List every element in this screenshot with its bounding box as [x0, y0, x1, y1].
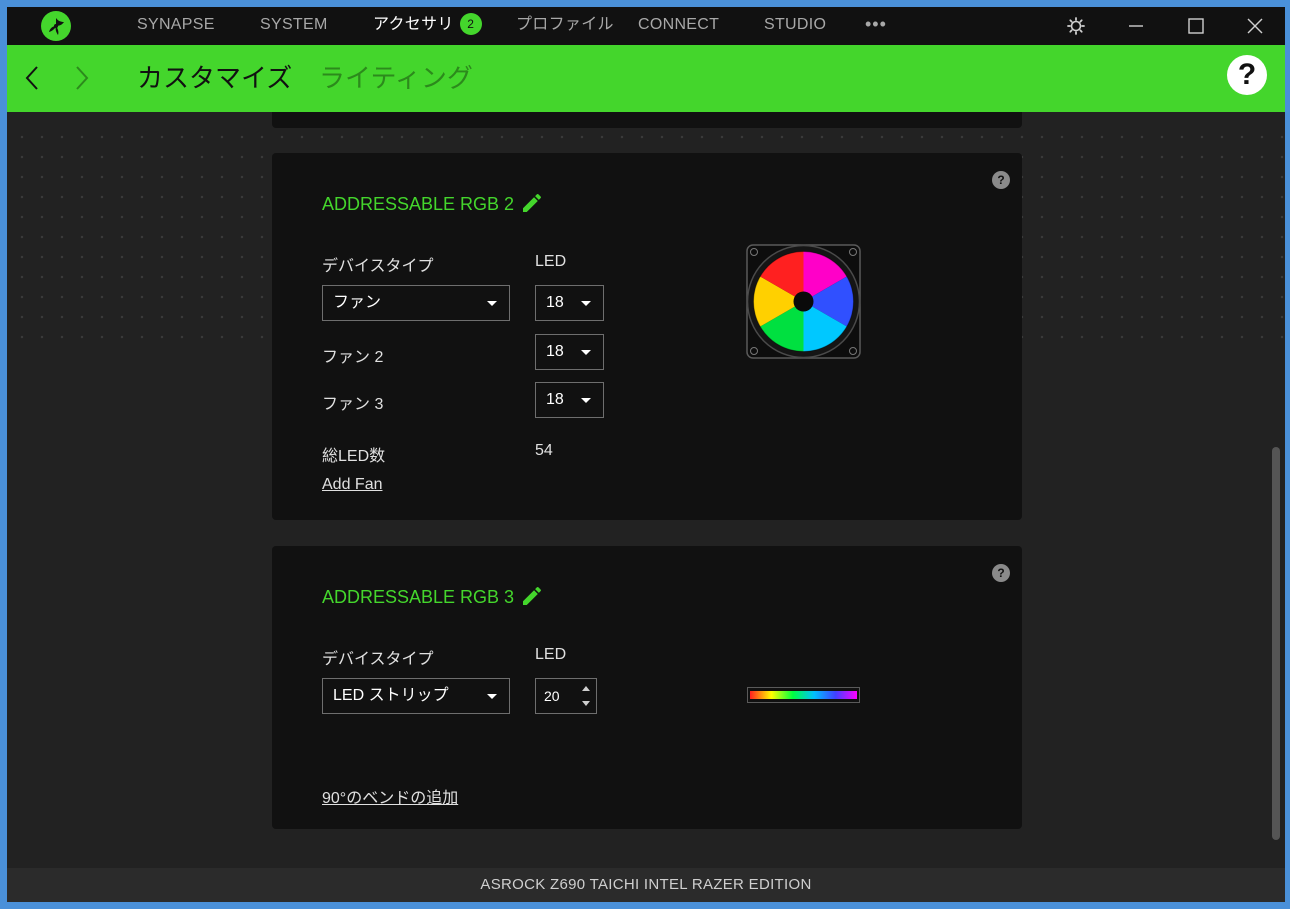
chevron-down-icon	[581, 350, 591, 355]
previous-card	[272, 112, 1022, 128]
nav-profiles[interactable]: プロファイル	[516, 7, 614, 45]
led-count-stepper[interactable]: 20	[535, 678, 597, 714]
add-fan-link[interactable]: Add Fan	[322, 476, 382, 494]
fan-preview-icon	[746, 244, 862, 365]
fan-2-label: ファン 2	[322, 349, 384, 366]
card-title: ADDRESSABLE RGB 2	[322, 194, 515, 214]
nav-accessories-label: アクセサリ	[373, 16, 454, 33]
led-count-select[interactable]: 18	[535, 285, 604, 321]
led-count-value: 18	[546, 294, 564, 311]
nav-accessories[interactable]: アクセサリ 2	[373, 7, 482, 45]
card-addressable-rgb-2: ? ADDRESSABLE RGB 2 デバイスタイプ LED ファン 18 フ…	[272, 153, 1022, 520]
device-type-label: デバイスタイプ	[322, 258, 434, 275]
device-type-select[interactable]: LED ストリップ	[322, 678, 510, 714]
edit-pencil-icon[interactable]	[520, 191, 544, 220]
led-label: LED	[535, 646, 567, 663]
tab-customize[interactable]: カスタマイズ	[137, 45, 292, 112]
edit-pencil-icon[interactable]	[520, 584, 544, 613]
nav-connect[interactable]: CONNECT	[638, 7, 719, 45]
device-type-select[interactable]: ファン	[322, 285, 510, 321]
device-type-label: デバイスタイプ	[322, 651, 434, 668]
device-type-value: LED ストリップ	[333, 687, 449, 704]
chevron-down-icon	[487, 301, 497, 306]
forward-chevron-icon[interactable]	[65, 61, 95, 95]
card-help-icon[interactable]: ?	[992, 171, 1010, 189]
total-led-value: 54	[535, 442, 553, 459]
app-window: SYNAPSE SYSTEM アクセサリ 2 プロファイル CONNECT STU…	[7, 7, 1285, 902]
fan-2-led-select[interactable]: 18	[535, 334, 604, 370]
nav-synapse[interactable]: SYNAPSE	[137, 7, 215, 45]
nav-accessories-badge: 2	[459, 13, 482, 35]
settings-gear-icon[interactable]	[1056, 7, 1096, 45]
add-90-bend-link[interactable]: 90°のベンドの追加	[322, 784, 458, 808]
nav-system[interactable]: SYSTEM	[260, 7, 328, 45]
main-content: ? ADDRESSABLE RGB 2 デバイスタイプ LED ファン 18 フ…	[7, 112, 1285, 868]
device-type-value: ファン	[333, 294, 382, 311]
more-menu-icon[interactable]: •••	[865, 7, 887, 45]
led-label: LED	[535, 253, 567, 270]
tab-lighting[interactable]: ライティング	[319, 45, 473, 112]
minimize-icon[interactable]	[1116, 7, 1156, 45]
device-name-footer: ASROCK Z690 TAICHI INTEL RAZER EDITION	[7, 868, 1285, 902]
card-title: ADDRESSABLE RGB 3	[322, 587, 515, 607]
decrement-arrow-icon[interactable]	[582, 701, 590, 706]
top-nav: SYNAPSE SYSTEM アクセサリ 2 プロファイル CONNECT STU…	[7, 7, 1285, 45]
help-icon[interactable]: ?	[1227, 55, 1267, 95]
card-addressable-rgb-3: ? ADDRESSABLE RGB 3 デバイスタイプ LED LED ストリッ…	[272, 546, 1022, 829]
scrollbar[interactable]	[1272, 447, 1280, 840]
led-count-value: 20	[544, 688, 560, 704]
total-led-label: 総LED数	[322, 448, 386, 465]
led-strip-gradient	[750, 691, 857, 699]
chevron-down-icon	[581, 301, 591, 306]
maximize-icon[interactable]	[1176, 7, 1216, 45]
fan-3-led-select[interactable]: 18	[535, 382, 604, 418]
close-icon[interactable]	[1235, 7, 1275, 45]
nav-studio[interactable]: STUDIO	[764, 7, 826, 45]
chevron-down-icon	[487, 694, 497, 699]
fan-2-led-value: 18	[546, 343, 564, 360]
sub-nav: カスタマイズ ライティング ?	[7, 45, 1285, 112]
led-strip-preview-icon	[747, 687, 860, 703]
fan-3-label: ファン 3	[322, 396, 384, 413]
increment-arrow-icon[interactable]	[582, 686, 590, 691]
card-help-icon[interactable]: ?	[992, 564, 1010, 582]
razer-logo-icon[interactable]	[41, 11, 71, 41]
chevron-down-icon	[581, 398, 591, 403]
fan-3-led-value: 18	[546, 391, 564, 408]
back-chevron-icon[interactable]	[19, 61, 49, 95]
